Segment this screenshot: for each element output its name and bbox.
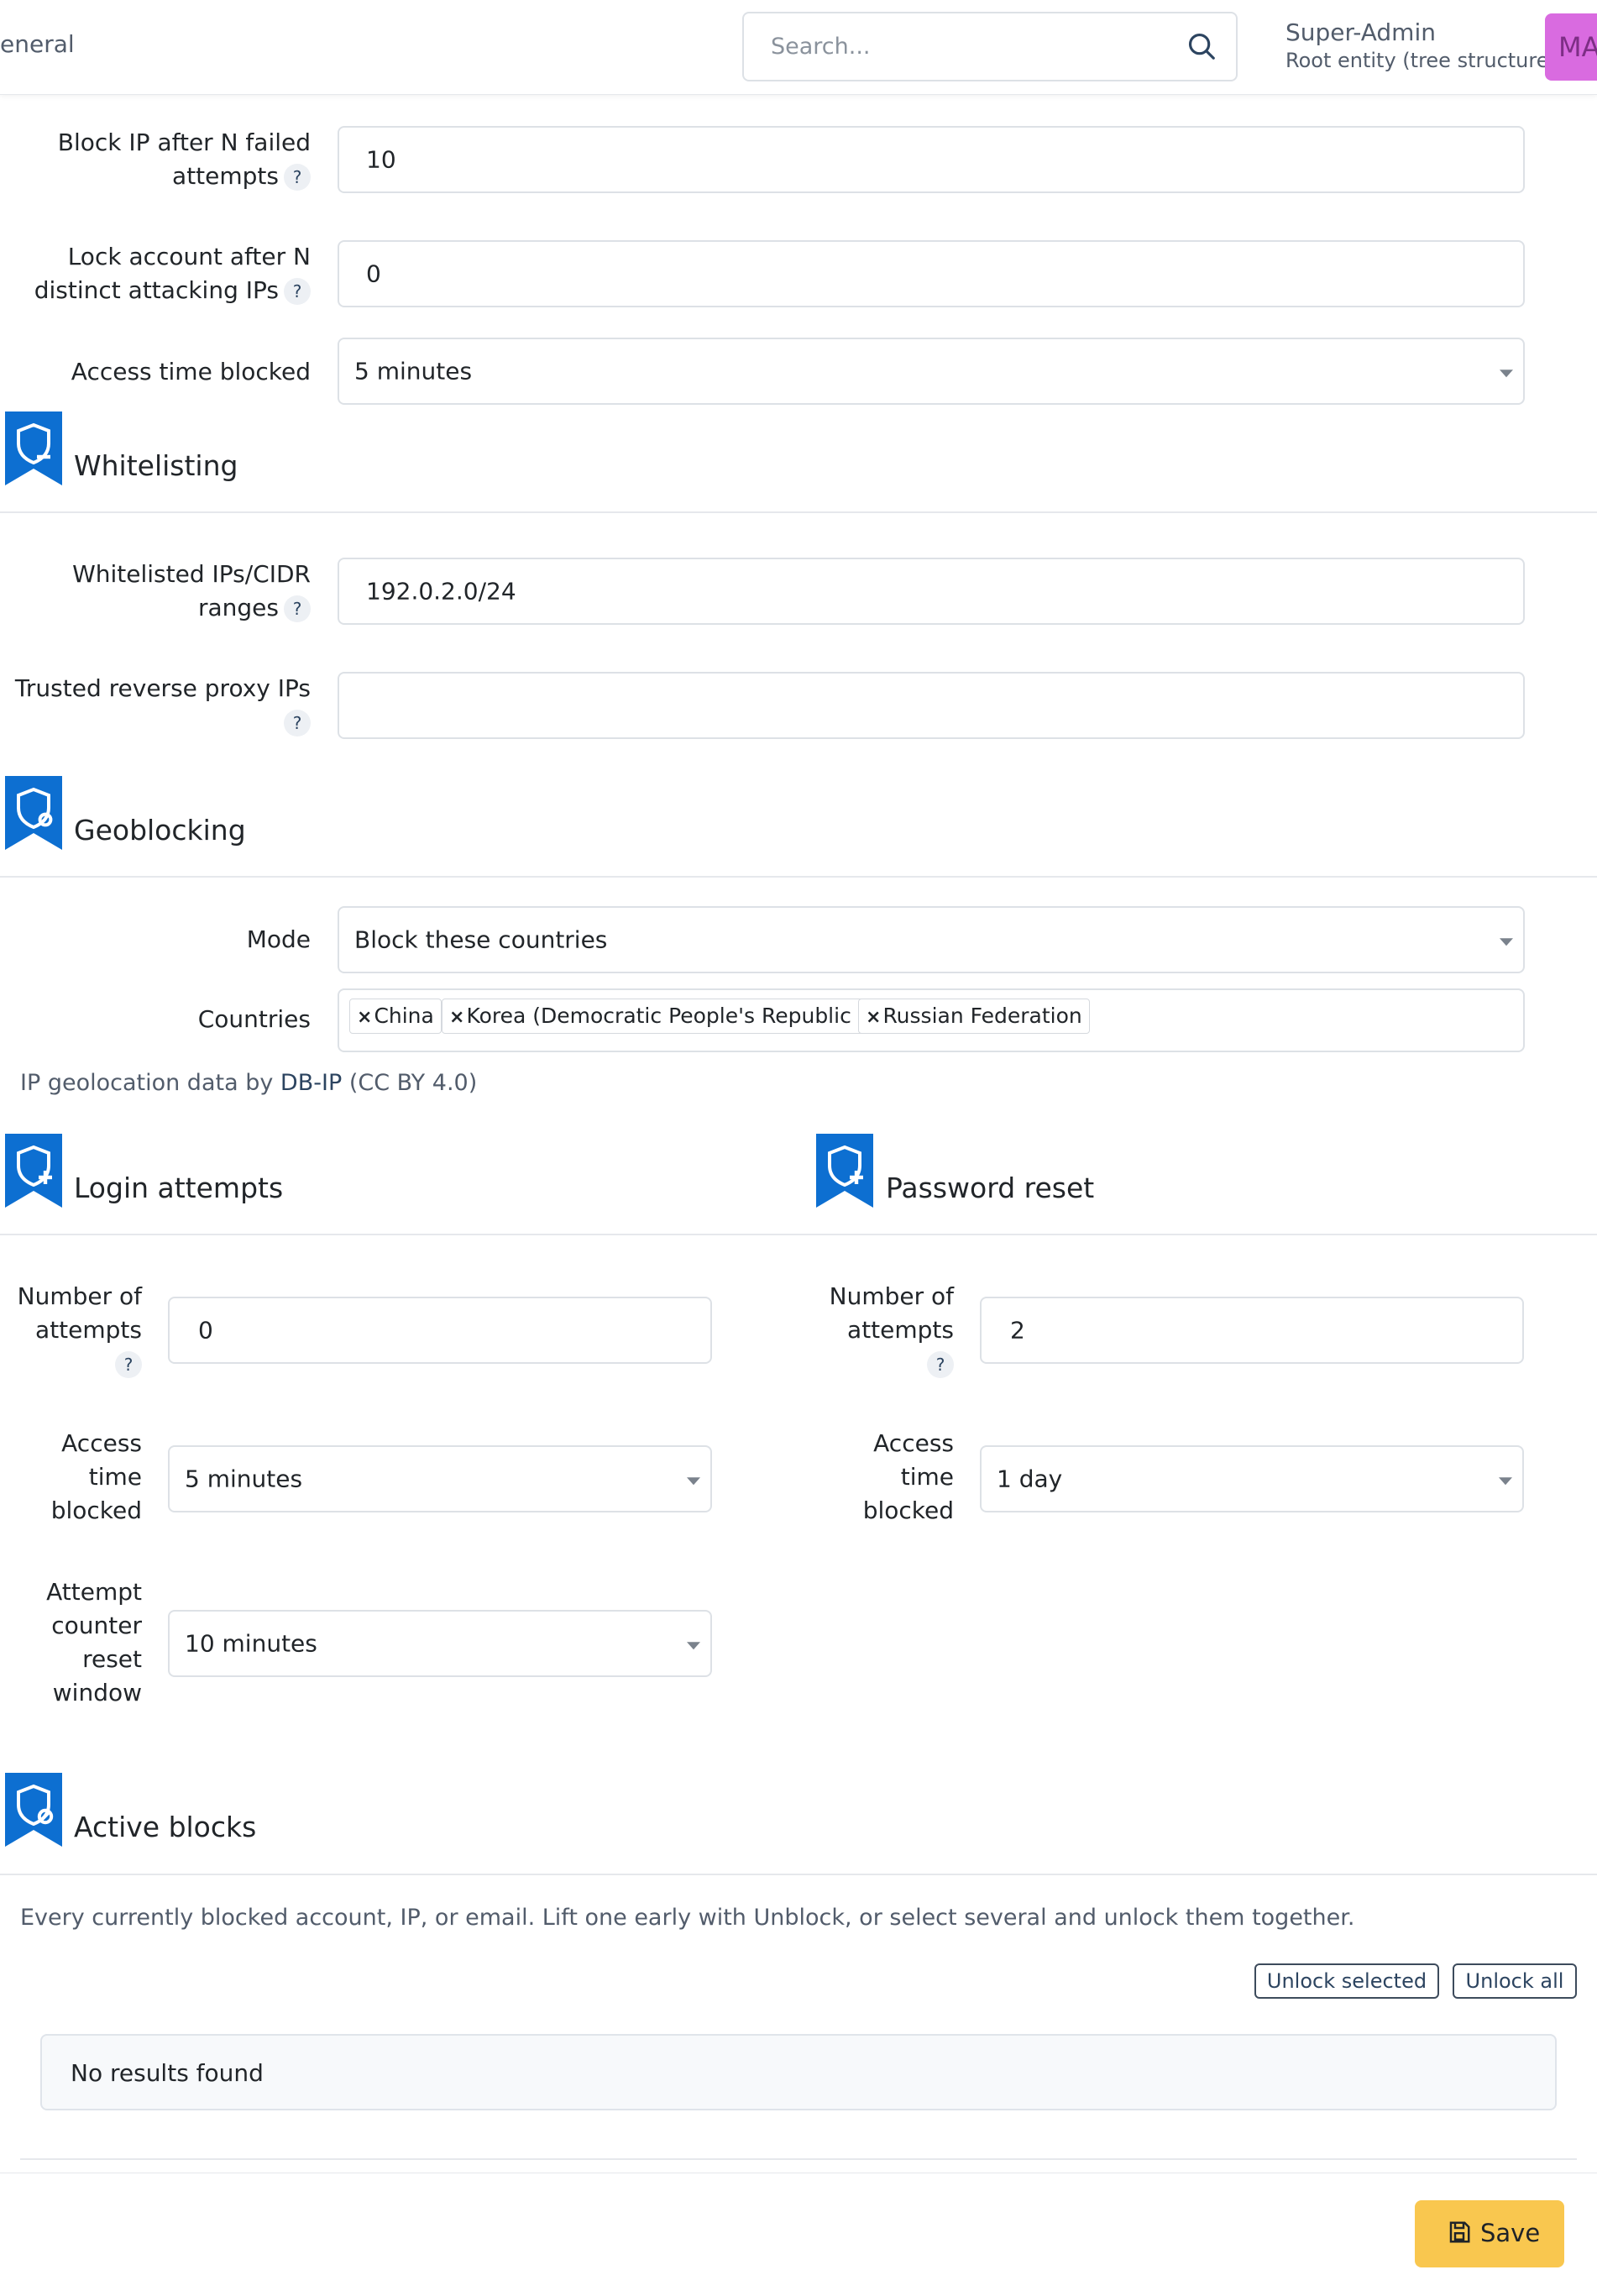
user-name[interactable]: Super-Admin xyxy=(1285,18,1436,46)
unlock-selected-button[interactable]: Unlock selected xyxy=(1254,1963,1439,1999)
avatar[interactable]: MA xyxy=(1545,13,1597,81)
top-bar: eneral Search... Super-Admin Root entity… xyxy=(0,0,1597,95)
remove-tag-icon[interactable]: × xyxy=(866,1007,881,1028)
active-blocks-title: Active blocks xyxy=(74,1811,257,1843)
chevron-down-icon xyxy=(687,1477,700,1486)
search-placeholder: Search... xyxy=(771,34,871,60)
help-icon[interactable]: ? xyxy=(115,1351,142,1378)
shield-check-icon xyxy=(5,1773,62,1847)
breadcrumb[interactable]: eneral xyxy=(0,30,75,58)
country-tag[interactable]: ×Korea (Democratic People's Republic of) xyxy=(442,999,894,1034)
geolocation-note: IP geolocation data by DB-IP (CC BY 4.0) xyxy=(20,1070,478,1096)
empty-results-text: No results found xyxy=(71,2059,264,2087)
user-entity[interactable]: Root entity (tree structure) xyxy=(1285,49,1557,72)
search-icon[interactable] xyxy=(1186,30,1217,62)
login-access-time-select[interactable]: 5 minutes xyxy=(168,1445,712,1512)
countries-label: Countries xyxy=(197,1005,311,1033)
active-blocks-description: Every currently blocked account, IP, or … xyxy=(20,1905,1355,1931)
whitelisting-title: Whitelisting xyxy=(74,449,238,482)
geoblocking-title: Geoblocking xyxy=(74,814,246,847)
reset-access-time-label: Access time blocked xyxy=(862,1429,954,1524)
help-icon[interactable]: ? xyxy=(284,278,311,305)
save-button[interactable]: Save xyxy=(1415,2200,1564,2267)
chevron-down-icon xyxy=(1500,938,1513,946)
countries-multiselect[interactable]: ×China ×Korea (Democratic People's Repub… xyxy=(338,988,1525,1052)
mode-select[interactable]: Block these countries xyxy=(338,906,1525,973)
section-divider xyxy=(0,876,1597,878)
remove-tag-icon[interactable]: × xyxy=(449,1007,464,1028)
chevron-down-icon xyxy=(1499,1477,1512,1486)
block-ip-input[interactable]: 10 xyxy=(338,126,1525,193)
country-tag[interactable]: ×Russian Federation xyxy=(858,999,1090,1034)
login-attempts-count-label: Number of attempts ? xyxy=(18,1280,142,1381)
password-reset-title: Password reset xyxy=(886,1172,1095,1204)
section-divider xyxy=(0,1874,1597,1875)
shield-minus-icon xyxy=(5,411,62,485)
db-ip-link[interactable]: DB-IP xyxy=(280,1070,342,1096)
login-attempts-input[interactable]: 0 xyxy=(168,1297,712,1364)
global-search-input[interactable]: Search... xyxy=(742,12,1238,81)
mode-label: Mode xyxy=(246,925,311,953)
lock-account-input[interactable]: 0 xyxy=(338,240,1525,307)
reset-attempts-input[interactable]: 2 xyxy=(980,1297,1524,1364)
trusted-proxy-input[interactable] xyxy=(338,672,1525,739)
unlock-all-button[interactable]: Unlock all xyxy=(1453,1963,1577,1999)
section-divider xyxy=(0,1234,1597,1235)
shield-location-icon xyxy=(5,776,62,850)
empty-results-panel: No results found xyxy=(40,2034,1557,2110)
save-label: Save xyxy=(1480,2219,1541,2247)
access-time-label: Access time blocked xyxy=(71,358,311,385)
section-divider xyxy=(20,2158,1577,2160)
access-time-select[interactable]: 5 minutes xyxy=(338,338,1525,405)
reset-attempts-count-label: Number of attempts ? xyxy=(830,1280,954,1381)
help-icon[interactable]: ? xyxy=(284,595,311,622)
whitelisted-ips-input[interactable]: 192.0.2.0/24 xyxy=(338,558,1525,625)
shield-plus-icon xyxy=(816,1134,873,1208)
attempt-reset-window-label: Attempt counter reset window xyxy=(46,1578,142,1706)
help-icon[interactable]: ? xyxy=(284,164,311,191)
help-icon[interactable]: ? xyxy=(927,1351,954,1378)
lock-account-label: Lock account after N distinct attacking … xyxy=(34,243,311,305)
login-attempts-title: Login attempts xyxy=(74,1172,284,1204)
help-icon[interactable]: ? xyxy=(284,710,311,737)
attempt-reset-window-select[interactable]: 10 minutes xyxy=(168,1610,712,1677)
section-divider xyxy=(0,511,1597,513)
chevron-down-icon xyxy=(1500,370,1513,378)
floppy-disk-icon xyxy=(1449,2221,1470,2243)
whitelisted-ips-label: Whitelisted IPs/CIDR ranges? xyxy=(72,560,311,622)
chevron-down-icon xyxy=(687,1642,700,1650)
shield-plus-icon xyxy=(5,1134,62,1208)
remove-tag-icon[interactable]: × xyxy=(357,1007,372,1028)
reset-access-time-select[interactable]: 1 day xyxy=(980,1445,1524,1512)
trusted-proxy-label: Trusted reverse proxy IPs ? xyxy=(15,672,311,739)
country-tag[interactable]: ×China xyxy=(349,999,442,1034)
login-access-time-label: Access time blocked xyxy=(50,1429,142,1524)
block-ip-label: Block IP after N failed attempts? xyxy=(57,128,311,191)
